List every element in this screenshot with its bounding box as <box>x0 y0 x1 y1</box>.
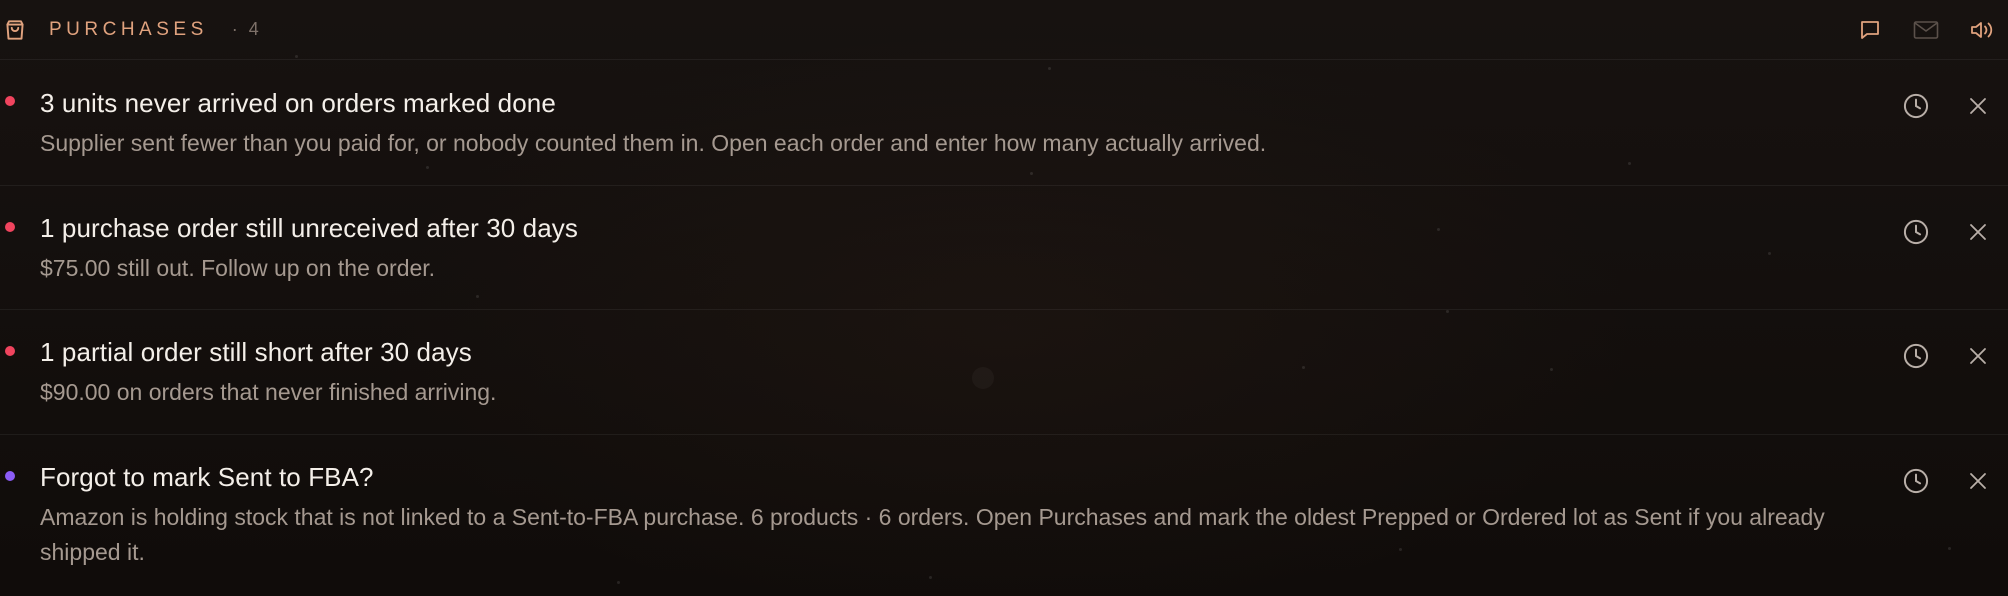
clock-icon[interactable] <box>1898 214 1934 250</box>
notification-actions <box>1898 338 1996 374</box>
notification-item: 3 units never arrived on orders marked d… <box>0 60 2008 186</box>
notification-title: Forgot to mark Sent to FBA? <box>40 462 374 492</box>
notification-title: 3 units never arrived on orders marked d… <box>40 88 556 118</box>
notification-count: · 4 <box>231 19 262 39</box>
clock-icon[interactable] <box>1898 463 1934 499</box>
close-icon[interactable] <box>1960 338 1996 374</box>
notification-description: $75.00 still out. Follow up on the order… <box>40 255 436 281</box>
purchases-panel: PURCHASES · 4 3 units never arrived on o… <box>0 0 2008 596</box>
severity-dot <box>5 96 15 106</box>
notification-description: $90.00 on orders that never finished arr… <box>40 379 497 405</box>
notification-item: Forgot to mark Sent to FBA? Amazon is ho… <box>0 435 2008 595</box>
panel-title: PURCHASES <box>49 18 208 40</box>
notification-description: Supplier sent fewer than you paid for, o… <box>40 130 1267 156</box>
shopping-bag-icon <box>1 16 29 44</box>
severity-dot <box>5 471 15 481</box>
message-square-icon[interactable] <box>1856 16 1884 44</box>
severity-dot <box>5 346 15 356</box>
notification-description: Amazon is holding stock that is not link… <box>40 504 1825 565</box>
volume-icon[interactable] <box>1968 16 1996 44</box>
clock-icon[interactable] <box>1898 88 1934 124</box>
notification-item: 1 partial order still short after 30 day… <box>0 310 2008 435</box>
notification-actions <box>1898 88 1996 124</box>
severity-dot <box>5 222 15 232</box>
notification-title: 1 partial order still short after 30 day… <box>40 337 472 367</box>
notification-item: 1 purchase order still unreceived after … <box>0 186 2008 310</box>
close-icon[interactable] <box>1960 214 1996 250</box>
notification-title: 1 purchase order still unreceived after … <box>40 213 578 243</box>
header-actions <box>1856 16 1996 44</box>
notification-actions <box>1898 214 1996 250</box>
clock-icon[interactable] <box>1898 338 1934 374</box>
notification-actions <box>1898 463 1996 499</box>
close-icon[interactable] <box>1960 463 1996 499</box>
close-icon[interactable] <box>1960 88 1996 124</box>
mail-icon[interactable] <box>1912 16 1940 44</box>
panel-header: PURCHASES · 4 <box>0 0 2008 60</box>
